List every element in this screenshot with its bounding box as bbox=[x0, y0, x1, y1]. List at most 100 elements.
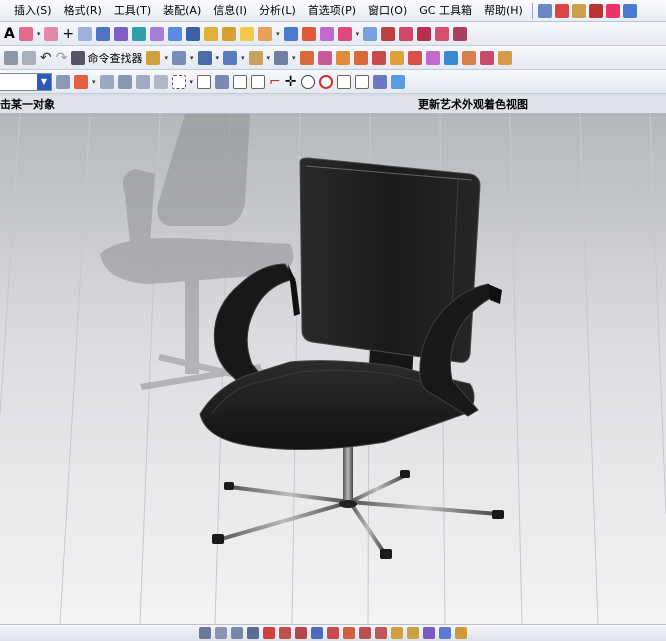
plus-icon[interactable]: + bbox=[62, 27, 74, 41]
curve-6-icon[interactable] bbox=[453, 26, 468, 41]
snap-on-face-icon[interactable] bbox=[372, 74, 387, 89]
component-12-icon[interactable] bbox=[497, 50, 512, 65]
points-icon[interactable] bbox=[78, 26, 93, 41]
save-icon[interactable] bbox=[4, 50, 18, 65]
material-icon[interactable] bbox=[248, 50, 263, 65]
constraint-4-icon[interactable] bbox=[311, 627, 323, 639]
constraint-6-icon[interactable] bbox=[343, 627, 355, 639]
snap-endpoint-icon[interactable] bbox=[215, 74, 230, 89]
constraint-1-icon[interactable] bbox=[263, 627, 275, 639]
constraint-8-icon[interactable] bbox=[375, 627, 387, 639]
select-1-icon[interactable] bbox=[99, 74, 114, 89]
sketch-2-icon[interactable] bbox=[283, 26, 298, 41]
menu-help[interactable]: 帮助(H) bbox=[478, 0, 529, 22]
menu-window[interactable]: 窗口(O) bbox=[362, 0, 413, 22]
sweep-icon[interactable] bbox=[132, 26, 147, 41]
view-icon[interactable] bbox=[197, 50, 212, 65]
menu-assembly[interactable]: 装配(A) bbox=[157, 0, 207, 22]
menu-preferences[interactable]: 首选项(P) bbox=[302, 0, 362, 22]
view-iso-icon[interactable] bbox=[247, 627, 259, 639]
component-1-icon[interactable] bbox=[299, 50, 314, 65]
menu-format[interactable]: 格式(R) bbox=[58, 0, 108, 22]
view-right-icon[interactable] bbox=[231, 627, 243, 639]
general-filter-icon[interactable] bbox=[56, 74, 70, 89]
redo-icon[interactable]: ↷ bbox=[56, 51, 68, 65]
constraint-5-icon[interactable] bbox=[327, 627, 339, 639]
component-7-icon[interactable] bbox=[407, 50, 422, 65]
tool-1-icon[interactable] bbox=[391, 627, 403, 639]
magic-icon[interactable] bbox=[146, 50, 161, 65]
snap-tangent-icon[interactable]: ✛ bbox=[285, 75, 297, 89]
extrude-icon[interactable] bbox=[96, 26, 111, 41]
snap-on-curve-icon[interactable] bbox=[354, 74, 369, 89]
trim-icon[interactable] bbox=[240, 26, 255, 41]
display-icon[interactable] bbox=[423, 627, 435, 639]
component-4-icon[interactable] bbox=[353, 50, 368, 65]
component-5-icon[interactable] bbox=[371, 50, 386, 65]
blend-icon[interactable] bbox=[150, 26, 165, 41]
constraint-3-icon[interactable] bbox=[295, 627, 307, 639]
curve-5-icon[interactable] bbox=[435, 26, 450, 41]
component-10-icon[interactable] bbox=[461, 50, 476, 65]
shape-2-icon[interactable] bbox=[44, 26, 59, 41]
menu-gc-toolbox[interactable]: GC 工具箱 bbox=[413, 0, 478, 22]
menu-information[interactable]: 信息(I) bbox=[207, 0, 253, 22]
menu-tools[interactable]: 工具(T) bbox=[108, 0, 157, 22]
section-icon[interactable] bbox=[319, 26, 334, 41]
view-front-icon[interactable] bbox=[199, 627, 211, 639]
constraint-7-icon[interactable] bbox=[359, 627, 371, 639]
split-icon[interactable] bbox=[258, 26, 273, 41]
pattern-icon[interactable] bbox=[204, 26, 219, 41]
select-4-icon[interactable] bbox=[153, 74, 168, 89]
line-tool-icon[interactable] bbox=[588, 3, 603, 18]
mirror-icon[interactable] bbox=[222, 26, 237, 41]
selection-filter-icon[interactable] bbox=[171, 50, 186, 65]
chamfer-icon[interactable] bbox=[168, 26, 183, 41]
tool-2-icon[interactable] bbox=[407, 627, 419, 639]
shading-icon[interactable] bbox=[274, 50, 289, 65]
command-finder-button[interactable]: 命令查找器 bbox=[71, 50, 142, 66]
component-9-icon[interactable] bbox=[443, 50, 458, 65]
snap-intersection-icon[interactable]: ⌐ bbox=[269, 75, 281, 89]
analysis-icon[interactable] bbox=[337, 26, 352, 41]
text-tool-icon[interactable]: A bbox=[4, 27, 15, 41]
graphics-viewport[interactable] bbox=[0, 114, 666, 624]
snap-quadrant-icon[interactable] bbox=[318, 74, 333, 89]
snap-point-icon[interactable] bbox=[197, 74, 212, 89]
selection-scope-icon[interactable] bbox=[74, 74, 88, 89]
measure-icon[interactable] bbox=[301, 26, 316, 41]
undo-icon[interactable]: ↶ bbox=[40, 51, 52, 65]
surface-icon[interactable] bbox=[363, 26, 378, 41]
menu-insert[interactable]: 插入(S) bbox=[0, 0, 58, 22]
shell-icon[interactable] bbox=[186, 26, 201, 41]
measure-2-icon[interactable] bbox=[455, 627, 467, 639]
type-filter-dropdown[interactable]: ▼ bbox=[0, 72, 52, 91]
curve-2-icon[interactable] bbox=[381, 26, 396, 41]
component-6-icon[interactable] bbox=[389, 50, 404, 65]
render-style-icon[interactable] bbox=[223, 50, 238, 65]
menu-analysis[interactable]: 分析(L) bbox=[253, 0, 302, 22]
curve-3-icon[interactable] bbox=[399, 26, 414, 41]
select-3-icon[interactable] bbox=[135, 74, 150, 89]
snap-midpoint-icon[interactable] bbox=[251, 74, 266, 89]
sketch-icon[interactable] bbox=[622, 3, 637, 18]
component-8-icon[interactable] bbox=[425, 50, 440, 65]
component-2-icon[interactable] bbox=[317, 50, 332, 65]
curve-tool-icon[interactable] bbox=[537, 3, 552, 18]
snap-center-icon[interactable] bbox=[300, 74, 315, 89]
shape-icon[interactable] bbox=[18, 26, 33, 41]
component-11-icon[interactable] bbox=[479, 50, 494, 65]
component-3-icon[interactable] bbox=[335, 50, 350, 65]
snap-line-icon[interactable] bbox=[233, 74, 248, 89]
copy-icon[interactable] bbox=[22, 50, 36, 65]
spline-tool-icon[interactable] bbox=[554, 3, 569, 18]
constraint-2-icon[interactable] bbox=[279, 627, 291, 639]
snap-bounded-grid-icon[interactable] bbox=[390, 74, 405, 89]
layer-icon[interactable] bbox=[439, 627, 451, 639]
arc-tool-icon[interactable] bbox=[605, 3, 620, 18]
curve-4-icon[interactable] bbox=[417, 26, 432, 41]
view-top-icon[interactable] bbox=[215, 627, 227, 639]
revolve-icon[interactable] bbox=[114, 26, 129, 41]
box-select-icon[interactable] bbox=[171, 74, 186, 89]
select-2-icon[interactable] bbox=[117, 74, 132, 89]
